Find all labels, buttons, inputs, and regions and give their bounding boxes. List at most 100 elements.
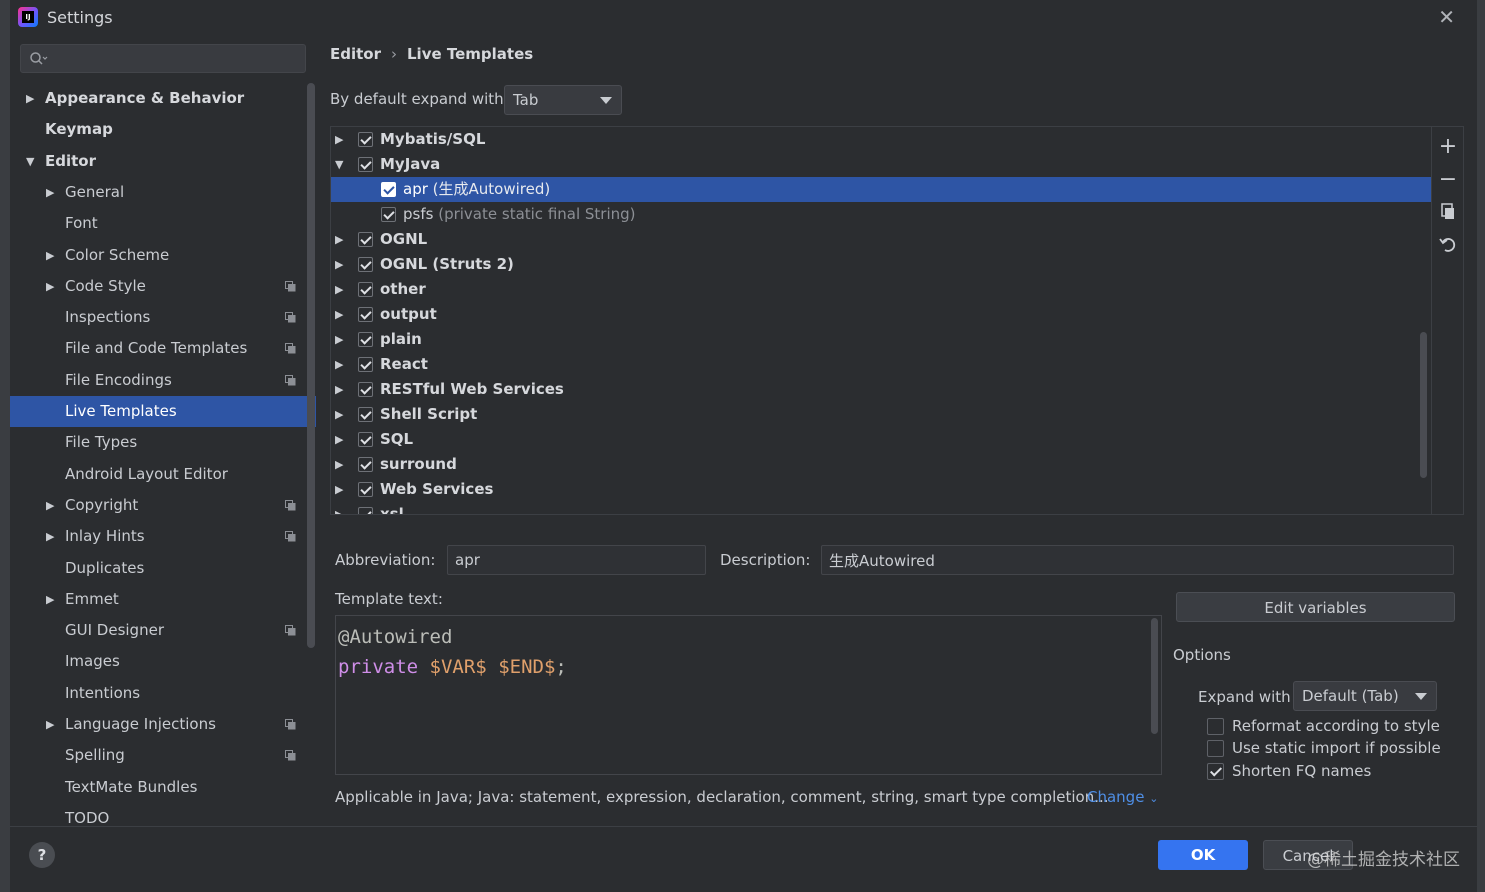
sidebar-item-file-encodings[interactable]: File Encodings xyxy=(10,365,316,396)
shorten-fq-checkbox[interactable] xyxy=(1207,763,1224,780)
abbreviation-input[interactable] xyxy=(447,545,706,575)
template-group-xsl[interactable]: ▶ xsl xyxy=(331,502,1431,514)
collapsed-arrow-icon[interactable]: ▶ xyxy=(335,352,343,377)
change-contexts-link[interactable]: Change ⌄ xyxy=(1087,788,1158,806)
editor-scrollbar[interactable] xyxy=(1151,618,1158,734)
sidebar-item-emmet[interactable]: ▶ Emmet xyxy=(10,584,316,615)
add-icon[interactable]: + xyxy=(1438,136,1458,158)
template-checkbox[interactable] xyxy=(358,332,373,347)
static-import-label[interactable]: Use static import if possible xyxy=(1232,739,1441,757)
sidebar-item-editor[interactable]: ▼ Editor xyxy=(10,146,316,177)
expanded-arrow-icon[interactable]: ▼ xyxy=(26,146,34,177)
collapsed-arrow-icon[interactable]: ▶ xyxy=(335,477,343,502)
collapsed-arrow-icon[interactable]: ▶ xyxy=(46,240,54,271)
template-text-editor[interactable]: @Autowired private $VAR$ $END$; xyxy=(335,615,1162,775)
sidebar-item-android-layout-editor[interactable]: Android Layout Editor xyxy=(10,459,316,490)
collapsed-arrow-icon[interactable]: ▶ xyxy=(335,377,343,402)
template-checkbox[interactable] xyxy=(381,207,396,222)
template-item-psfs[interactable]: psfs (private static final String) xyxy=(331,202,1431,227)
reformat-label[interactable]: Reformat according to style xyxy=(1232,717,1440,735)
template-group-restful-web-services[interactable]: ▶ RESTful Web Services xyxy=(331,377,1431,402)
expanded-arrow-icon[interactable]: ▼ xyxy=(335,152,343,177)
collapsed-arrow-icon[interactable]: ▶ xyxy=(335,277,343,302)
collapsed-arrow-icon[interactable]: ▶ xyxy=(335,502,343,514)
collapsed-arrow-icon[interactable]: ▶ xyxy=(46,490,54,521)
template-group-other[interactable]: ▶ other xyxy=(331,277,1431,302)
sidebar-item-intentions[interactable]: Intentions xyxy=(10,678,316,709)
settings-search[interactable] xyxy=(20,44,306,73)
sidebar-item-copyright[interactable]: ▶ Copyright xyxy=(10,490,316,521)
template-group-sql[interactable]: ▶ SQL xyxy=(331,427,1431,452)
template-checkbox[interactable] xyxy=(358,157,373,172)
template-group-react[interactable]: ▶ React xyxy=(331,352,1431,377)
template-checkbox[interactable] xyxy=(358,432,373,447)
template-checkbox[interactable] xyxy=(358,282,373,297)
collapsed-arrow-icon[interactable]: ▶ xyxy=(335,402,343,427)
template-checkbox[interactable] xyxy=(358,407,373,422)
sidebar-item-appearance-behavior[interactable]: ▶ Appearance & Behavior xyxy=(10,83,316,114)
template-checkbox[interactable] xyxy=(358,482,373,497)
template-checkbox[interactable] xyxy=(358,132,373,147)
template-group-ognl-struts-2[interactable]: ▶ OGNL (Struts 2) xyxy=(331,252,1431,277)
template-group-plain[interactable]: ▶ plain xyxy=(331,327,1431,352)
template-item-apr[interactable]: apr (生成Autowired) xyxy=(331,177,1431,202)
template-group-shell-script[interactable]: ▶ Shell Script xyxy=(331,402,1431,427)
close-icon[interactable]: ✕ xyxy=(1438,5,1455,29)
template-group-surround[interactable]: ▶ surround xyxy=(331,452,1431,477)
description-input[interactable] xyxy=(821,545,1454,575)
remove-icon[interactable]: − xyxy=(1438,169,1458,191)
shorten-fq-label[interactable]: Shorten FQ names xyxy=(1232,762,1371,780)
sidebar-item-textmate-bundles[interactable]: TextMate Bundles xyxy=(10,772,316,803)
sidebar-scrollbar[interactable] xyxy=(307,83,315,648)
collapsed-arrow-icon[interactable]: ▶ xyxy=(335,227,343,252)
collapsed-arrow-icon[interactable]: ▶ xyxy=(46,177,54,208)
template-group-web-services[interactable]: ▶ Web Services xyxy=(331,477,1431,502)
static-import-checkbox[interactable] xyxy=(1207,740,1224,757)
sidebar-item-language-injections[interactable]: ▶ Language Injections xyxy=(10,709,316,740)
sidebar-item-file-and-code-templates[interactable]: File and Code Templates xyxy=(10,333,316,364)
search-input[interactable] xyxy=(55,48,295,70)
collapsed-arrow-icon[interactable]: ▶ xyxy=(335,127,343,152)
restore-icon[interactable] xyxy=(1438,235,1458,255)
collapsed-arrow-icon[interactable]: ▶ xyxy=(335,252,343,277)
sidebar-item-inlay-hints[interactable]: ▶ Inlay Hints xyxy=(10,521,316,552)
template-checkbox[interactable] xyxy=(381,182,396,197)
edit-variables-button[interactable]: Edit variables xyxy=(1176,592,1455,622)
sidebar-item-code-style[interactable]: ▶ Code Style xyxy=(10,271,316,302)
sidebar-item-inspections[interactable]: Inspections xyxy=(10,302,316,333)
collapsed-arrow-icon[interactable]: ▶ xyxy=(46,584,54,615)
template-checkbox[interactable] xyxy=(358,257,373,272)
collapsed-arrow-icon[interactable]: ▶ xyxy=(335,327,343,352)
sidebar-item-keymap[interactable]: Keymap xyxy=(10,114,316,145)
expand-with-select[interactable]: Default (Tab) xyxy=(1293,681,1437,711)
template-checkbox[interactable] xyxy=(358,457,373,472)
sidebar-item-spelling[interactable]: Spelling xyxy=(10,740,316,771)
copy-icon[interactable] xyxy=(1438,203,1458,223)
sidebar-item-general[interactable]: ▶ General xyxy=(10,177,316,208)
collapsed-arrow-icon[interactable]: ▶ xyxy=(335,427,343,452)
collapsed-arrow-icon[interactable]: ▶ xyxy=(46,271,54,302)
template-group-myjava[interactable]: ▼ MyJava xyxy=(331,152,1431,177)
template-checkbox[interactable] xyxy=(358,232,373,247)
sidebar-item-live-templates[interactable]: Live Templates xyxy=(10,396,316,427)
reformat-checkbox[interactable] xyxy=(1207,718,1224,735)
sidebar-item-font[interactable]: Font xyxy=(10,208,316,239)
sidebar-item-todo[interactable]: TODO xyxy=(10,803,316,828)
sidebar-item-duplicates[interactable]: Duplicates xyxy=(10,553,316,584)
template-checkbox[interactable] xyxy=(358,507,373,514)
collapsed-arrow-icon[interactable]: ▶ xyxy=(335,452,343,477)
template-checkbox[interactable] xyxy=(358,307,373,322)
sidebar-item-gui-designer[interactable]: GUI Designer xyxy=(10,615,316,646)
template-group-output[interactable]: ▶ output xyxy=(331,302,1431,327)
template-checkbox[interactable] xyxy=(358,382,373,397)
collapsed-arrow-icon[interactable]: ▶ xyxy=(46,521,54,552)
collapsed-arrow-icon[interactable]: ▶ xyxy=(335,302,343,327)
collapsed-arrow-icon[interactable]: ▶ xyxy=(26,83,34,114)
template-group-ognl[interactable]: ▶ OGNL xyxy=(331,227,1431,252)
template-group-mybatis-sql[interactable]: ▶ Mybatis/SQL xyxy=(331,127,1431,152)
sidebar-item-file-types[interactable]: File Types xyxy=(10,427,316,458)
ok-button[interactable]: OK xyxy=(1158,840,1248,870)
collapsed-arrow-icon[interactable]: ▶ xyxy=(46,709,54,740)
sidebar-item-images[interactable]: Images xyxy=(10,646,316,677)
default-expand-select[interactable]: Tab xyxy=(504,85,622,115)
